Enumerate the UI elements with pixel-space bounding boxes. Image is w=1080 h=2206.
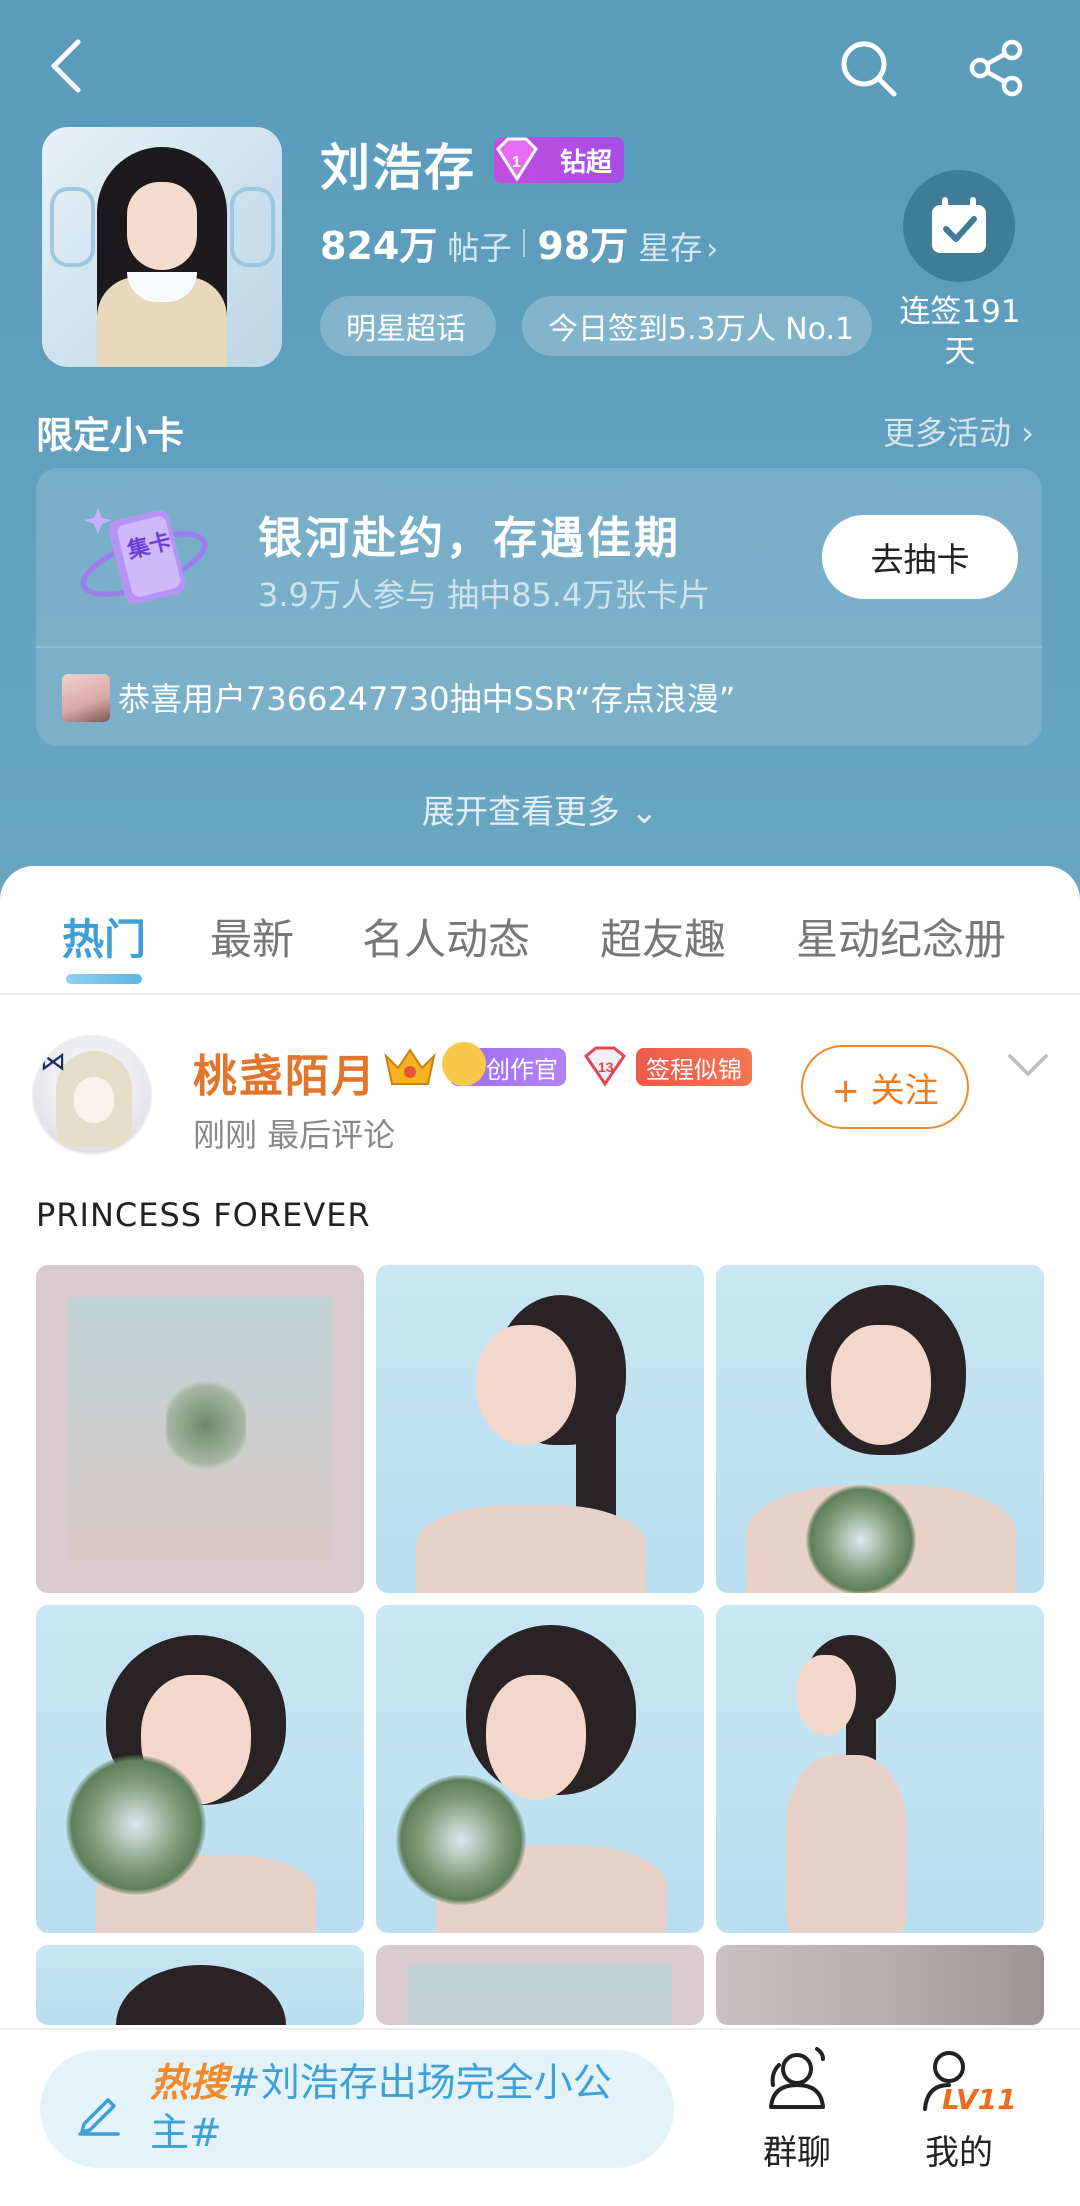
compose-input[interactable]: 热搜#刘浩存出场完全小公主# [40,2050,674,2168]
creator-badge[interactable]: 创作官 [442,1042,566,1086]
profile-avatar[interactable] [42,127,282,367]
level-badge: LV11 [942,2083,1017,2116]
tab-memorial-album[interactable]: 星动纪念册 [796,906,1006,967]
tab-hot[interactable]: 热门 [62,906,146,967]
card-event-title: 银河赴约，存遇佳期 [258,513,681,564]
creator-emoji-icon [442,1042,486,1086]
winner-avatar [62,674,110,722]
profile-stats: 824万 帖子 98万 星存 › [320,215,718,270]
stats-divider [523,228,526,257]
checkin-streak: 连签191天 [899,294,1021,370]
follow-button[interactable]: + 关注 [801,1045,969,1129]
stars-label[interactable]: 星存 [638,223,702,269]
diamond-super-badge[interactable]: 1 钻超 [494,137,624,183]
chevron-right-icon[interactable]: › [706,232,718,267]
nav-me-label: 我的 [925,2133,993,2173]
post-image-4[interactable] [36,1605,364,1933]
post-image-6[interactable] [716,1605,1044,1933]
nav-group-chat-label: 群聊 [763,2133,831,2173]
pen-icon [74,2086,124,2140]
active-tab-indicator [66,974,142,984]
hot-search-label: 热搜 [150,2061,229,2106]
post-image-1[interactable] [36,1265,364,1593]
post-image-2[interactable] [376,1265,704,1593]
more-activities-link[interactable]: 更多活动 › [883,408,1034,454]
calendar-check-icon [932,197,986,253]
card-collect-icon: 集卡 [74,488,214,628]
expand-more-link[interactable]: 展开查看更多 ⌄ [0,785,1080,833]
tab-celebrity-news[interactable]: 名人动态 [362,906,530,967]
stars-count[interactable]: 98万 [537,215,628,270]
gem-level-number: 13 [598,1059,614,1075]
tabs-divider [0,993,1080,995]
group-chat-icon [769,2047,825,2109]
checkin-rank-pill[interactable]: 今日签到5.3万人 No.1 [522,296,872,356]
card-draw-panel: 集卡 银河赴约，存遇佳期 3.9万人参与 抽中85.4万张卡片 去抽卡 恭喜用户… [36,468,1042,746]
post-image-8[interactable] [376,1945,704,2025]
card-event-stats: 3.9万人参与 抽中85.4万张卡片 [258,576,711,614]
feed-tabs: 热门 最新 名人动态 超友趣 星动纪念册 [0,866,1080,996]
limited-cards-title: 限定小卡 [36,414,184,457]
star-topic-tag[interactable]: 明星超话 [320,296,496,356]
card-divider [36,646,1042,648]
back-arrow-icon[interactable] [36,36,96,96]
post-image-5[interactable] [376,1605,704,1933]
chevron-down-icon[interactable] [1006,1050,1050,1084]
post-author-avatar[interactable]: ⋈ [32,1035,152,1155]
crown-icon [380,1042,440,1096]
profile-name: 刘浩存 [320,139,476,197]
diamond-badge-label: 钻超 [559,147,612,178]
post-image-9[interactable] [716,1945,1044,2025]
creator-badge-label: 创作官 [486,1055,558,1084]
post-meta: 刚刚 最后评论 [193,1116,396,1154]
search-icon[interactable] [836,36,900,100]
nav-group-chat[interactable]: 群聊 [732,2045,862,2174]
post-image-7[interactable] [36,1945,364,2025]
draw-card-button[interactable]: 去抽卡 [822,515,1018,599]
post-image-3[interactable] [716,1265,1044,1593]
sign-badge[interactable]: 签程似锦 [636,1048,752,1086]
posts-label: 帖子 [447,229,512,267]
tab-latest[interactable]: 最新 [210,906,294,967]
gem-level-icon: 13 [580,1044,630,1094]
winner-announcement: 恭喜用户7366247730抽中SSR“存点浪漫” [118,680,736,718]
post-text: PRINCESS FOREVER [36,1196,371,1234]
post-author-name[interactable]: 桃盏陌月 [193,1040,377,1104]
posts-count: 824万 [320,224,438,268]
checkin-button[interactable] [903,170,1015,282]
tab-super-fun[interactable]: 超友趣 [600,906,726,967]
svg-text:1: 1 [512,154,521,171]
diamond-icon: 1 [490,133,544,194]
share-icon[interactable] [966,36,1030,100]
